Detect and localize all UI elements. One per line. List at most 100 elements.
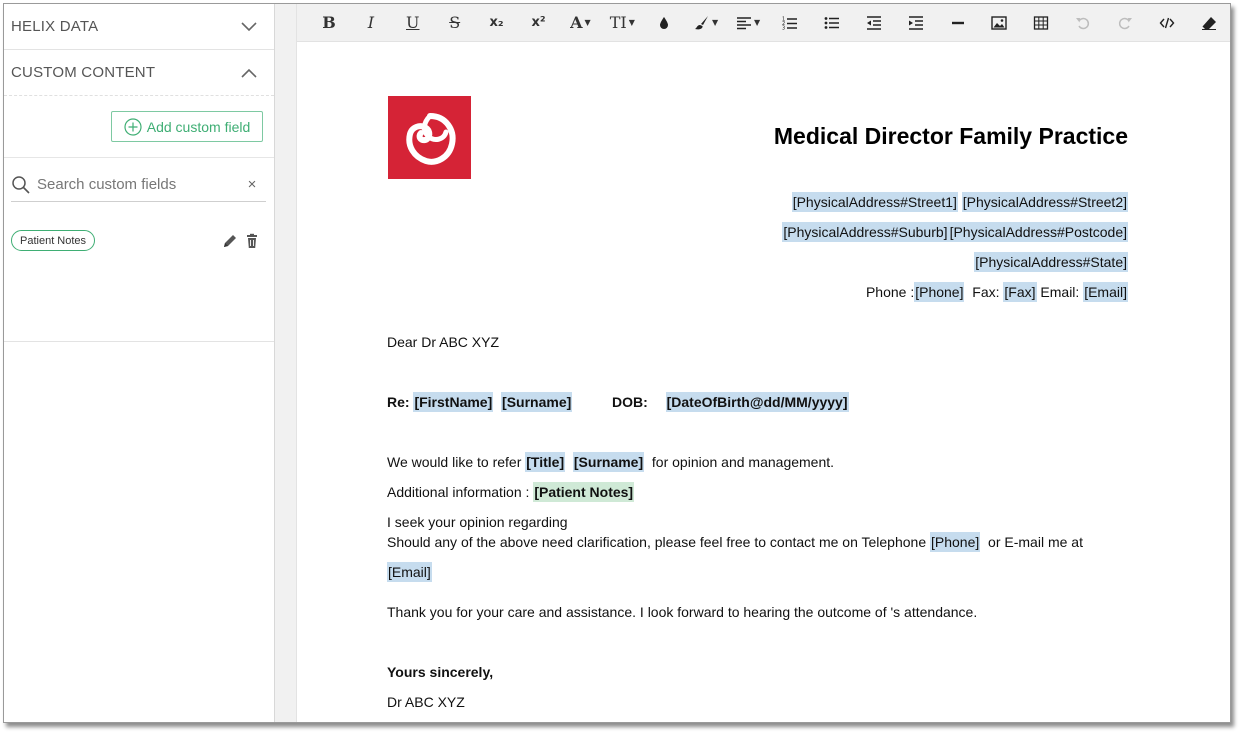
- sidebar: HELIX DATA CUSTOM CONTENT Add custom fie…: [4, 4, 275, 722]
- additional-label: Additional information :: [387, 484, 530, 500]
- document-body[interactable]: Medical Director Family Practice [Physic…: [297, 42, 1230, 722]
- insert-image-button[interactable]: [979, 8, 1021, 38]
- font-family-icon: A: [570, 13, 583, 32]
- refer-line: We would like to refer [Title] [Surname]…: [387, 452, 835, 472]
- bold-button[interactable]: B: [308, 8, 350, 38]
- placeholder-clarification-phone[interactable]: [Phone]: [930, 532, 981, 552]
- custom-field-pill[interactable]: Patient Notes: [11, 230, 96, 251]
- custom-content-section-header[interactable]: CUSTOM CONTENT: [4, 50, 274, 96]
- practice-name-heading: Medical Director Family Practice: [773, 123, 1128, 149]
- font-size-button[interactable]: TI ▼: [601, 8, 643, 38]
- placeholder-phone[interactable]: [Phone]: [914, 282, 965, 302]
- signature-line: Dr ABC XYZ: [387, 694, 465, 710]
- caret-down-icon: ▼: [628, 18, 635, 27]
- outdent-button[interactable]: [853, 8, 895, 38]
- drop-icon: [660, 16, 669, 29]
- horizontal-rule-button[interactable]: [937, 8, 979, 38]
- placeholder-firstname[interactable]: [FirstName]: [413, 392, 494, 412]
- caret-down-icon: ▼: [584, 18, 591, 27]
- highlight-color-button[interactable]: ▼: [685, 8, 727, 38]
- placeholder-refer-surname[interactable]: [Surname]: [572, 452, 645, 472]
- superscript-icon: x²: [531, 15, 546, 30]
- placeholder-title[interactable]: [Title]: [525, 452, 566, 472]
- custom-field-patient-notes[interactable]: [Patient Notes]: [533, 482, 635, 502]
- clarification-text: Should any of the above need clarificati…: [387, 534, 927, 550]
- eraser-icon: [1201, 16, 1216, 30]
- add-field-row: Add custom field: [4, 96, 274, 158]
- placeholder-suburb[interactable]: [PhysicalAddress#Suburb]: [782, 222, 949, 242]
- thanks-line: Thank you for your care and assistance. …: [387, 604, 978, 620]
- strikethrough-button[interactable]: S: [434, 8, 476, 38]
- code-icon: [1159, 17, 1175, 28]
- underline-button[interactable]: U: [392, 8, 434, 38]
- placeholder-surname[interactable]: [Surname]: [501, 392, 573, 412]
- ordered-list-button[interactable]: 123: [769, 8, 811, 38]
- dob-label: DOB:: [612, 394, 648, 410]
- salutation: Dear Dr ABC XYZ: [387, 334, 500, 350]
- re-label: Re:: [387, 394, 410, 410]
- indent-button[interactable]: [895, 8, 937, 38]
- strikethrough-icon: S: [449, 13, 461, 32]
- placeholder-street2[interactable]: [PhysicalAddress#Street2]: [961, 192, 1128, 212]
- image-icon: [991, 15, 1008, 30]
- closing-line: Yours sincerely,: [387, 664, 494, 680]
- clarification-line: Should any of the above need clarificati…: [387, 532, 1083, 552]
- bold-icon: B: [322, 13, 336, 32]
- add-custom-field-label: Add custom field: [146, 118, 251, 135]
- text-color-button[interactable]: [643, 8, 685, 38]
- placeholder-fax[interactable]: [Fax]: [1003, 282, 1037, 302]
- clarification-or: or E-mail me at: [988, 534, 1083, 550]
- item-actions: [222, 233, 260, 249]
- caret-down-icon: ▼: [712, 18, 719, 27]
- code-view-button[interactable]: [1146, 8, 1188, 38]
- pencil-icon[interactable]: [222, 233, 238, 249]
- insert-table-button[interactable]: [1020, 8, 1062, 38]
- placeholder-postcode[interactable]: [PhysicalAddress#Postcode]: [948, 222, 1128, 242]
- placeholder-dob[interactable]: [DateOfBirth@dd/MM/yyyy]: [665, 392, 849, 412]
- subscript-button[interactable]: x₂: [476, 8, 518, 38]
- svg-text:3: 3: [782, 25, 785, 31]
- placeholder-state[interactable]: [PhysicalAddress#State]: [974, 252, 1128, 272]
- caret-down-icon: ▼: [753, 18, 761, 27]
- logo-mark-icon: [405, 112, 456, 165]
- placeholder-street1[interactable]: [PhysicalAddress#Street1]: [791, 192, 958, 212]
- clear-search-icon[interactable]: ×: [242, 176, 262, 193]
- search-icon: [12, 175, 30, 194]
- refer-suffix: for opinion and management.: [651, 454, 835, 470]
- search-row: ×: [4, 158, 274, 210]
- app-window: HELIX DATA CUSTOM CONTENT Add custom fie…: [3, 3, 1231, 723]
- add-custom-field-button[interactable]: Add custom field: [111, 111, 263, 142]
- opinion-line: I seek your opinion regarding: [387, 514, 568, 530]
- indent-icon: [908, 15, 923, 30]
- clear-format-button[interactable]: [1188, 8, 1230, 38]
- ul-icon: [824, 16, 839, 29]
- address-line-3: [PhysicalAddress#State]: [974, 252, 1128, 272]
- editor-toolbar: B I U S x₂ x² A ▼ TI ▼ ▼ ▼ 123: [297, 4, 1230, 42]
- align-button[interactable]: ▼: [727, 8, 769, 38]
- fax-label: Fax:: [972, 284, 1000, 300]
- chevron-down-icon[interactable]: [240, 18, 258, 36]
- helix-data-title: HELIX DATA: [11, 18, 99, 35]
- practice-logo: [388, 96, 471, 179]
- italic-button[interactable]: I: [350, 8, 392, 38]
- italic-icon: I: [367, 13, 375, 32]
- address-line-1: [PhysicalAddress#Street1] [PhysicalAddre…: [791, 192, 1128, 212]
- editor-gutter: [275, 4, 297, 722]
- chevron-up-icon[interactable]: [240, 64, 258, 82]
- placeholder-clarification-email[interactable]: [Email]: [387, 562, 432, 582]
- superscript-button[interactable]: x²: [518, 8, 560, 38]
- re-line: Re: [FirstName] [Surname] DOB: [DateOfBi…: [387, 392, 849, 412]
- redo-button[interactable]: [1104, 8, 1146, 38]
- unordered-list-button[interactable]: [811, 8, 853, 38]
- undo-button[interactable]: [1062, 8, 1104, 38]
- helix-data-section-header[interactable]: HELIX DATA: [4, 4, 274, 50]
- custom-field-list: Patient Notes: [4, 210, 274, 342]
- search-custom-fields-input[interactable]: [37, 176, 236, 193]
- font-family-button[interactable]: A ▼: [559, 8, 601, 38]
- outdent-icon: [866, 15, 881, 30]
- additional-info-line: Additional information : [Patient Notes]: [387, 482, 635, 502]
- placeholder-email[interactable]: [Email]: [1083, 282, 1128, 302]
- brush-icon: [695, 15, 709, 29]
- address-line-2: [PhysicalAddress#Suburb] [PhysicalAddress…: [782, 222, 1128, 242]
- trash-icon[interactable]: [244, 233, 260, 249]
